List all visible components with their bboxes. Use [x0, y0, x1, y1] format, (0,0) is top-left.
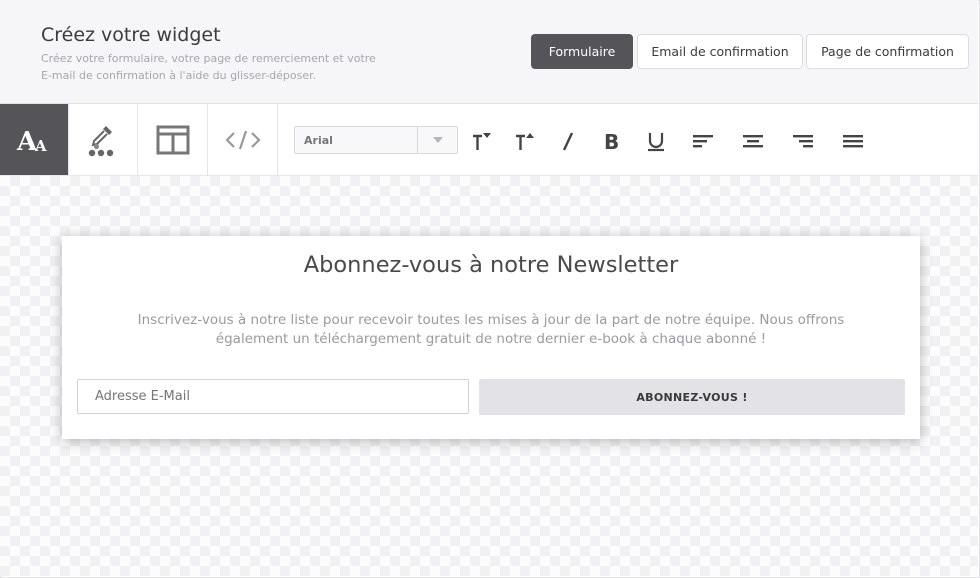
page-subtitle: Créez votre formulaire, votre page de re…	[41, 51, 401, 84]
font-size-increase-button[interactable]	[509, 128, 539, 154]
tab-page-confirmation[interactable]: Page de confirmation	[806, 34, 969, 69]
italic-icon	[562, 132, 574, 151]
underline-icon	[648, 133, 664, 152]
color-picker-icon	[88, 125, 114, 156]
align-left-icon	[693, 135, 713, 148]
svg-text:B: B	[604, 130, 619, 152]
align-right-icon	[793, 135, 813, 148]
subtitle-line-2: E-mail de confirmation à l'aide du gliss…	[41, 68, 317, 82]
widget-description: Inscrivez-vous à notre liste pour recevo…	[102, 311, 880, 349]
text-style-icon: A A	[16, 127, 47, 157]
layout-icon	[156, 125, 190, 154]
align-center-icon	[743, 135, 763, 148]
svg-text:A: A	[34, 137, 47, 155]
subscribe-button[interactable]: ABONNEZ-VOUS !	[479, 379, 905, 415]
chevron-down-icon	[432, 137, 443, 143]
widget-description-line-1: Inscrivez-vous à notre liste pour recevo…	[137, 312, 845, 328]
header: Créez votre widget Créez votre formulair…	[0, 0, 978, 104]
newsletter-widget[interactable]: Abonnez-vous à notre Newsletter Inscrive…	[62, 236, 920, 439]
email-input[interactable]	[77, 379, 469, 414]
bold-icon: B	[604, 130, 619, 152]
underline-button[interactable]	[641, 128, 671, 154]
text-style-tool[interactable]: A A	[0, 104, 69, 175]
bold-button[interactable]: B	[597, 128, 627, 154]
color-tool[interactable]	[69, 104, 138, 175]
align-justify-button[interactable]	[838, 128, 868, 154]
align-left-button[interactable]	[688, 128, 718, 154]
align-justify-icon	[843, 135, 863, 148]
page-title: Créez votre widget	[41, 24, 221, 46]
widget-title: Abonnez-vous à notre Newsletter	[303, 252, 679, 278]
widget-description-line-2: également un téléchargement gratuit de n…	[215, 331, 767, 347]
layout-tool[interactable]	[139, 104, 208, 175]
subtitle-line-1: Créez votre formulaire, votre page de re…	[41, 52, 376, 65]
tab-formulaire[interactable]: Formulaire	[531, 34, 633, 69]
font-select-arrow[interactable]	[417, 127, 457, 153]
editor-toolbar: A A Arial B	[0, 104, 978, 176]
tab-email-confirmation[interactable]: Email de confirmation	[637, 34, 803, 69]
font-size-increase-icon	[516, 133, 534, 150]
font-family-value: Arial	[304, 134, 333, 147]
font-size-decrease-icon	[473, 133, 491, 150]
italic-button[interactable]	[553, 128, 583, 154]
font-size-decrease-button[interactable]	[466, 128, 496, 154]
font-family-select[interactable]: Arial	[294, 126, 458, 154]
align-center-button[interactable]	[738, 128, 768, 154]
align-right-button[interactable]	[788, 128, 818, 154]
code-tool[interactable]	[209, 104, 278, 175]
code-icon	[225, 130, 261, 149]
